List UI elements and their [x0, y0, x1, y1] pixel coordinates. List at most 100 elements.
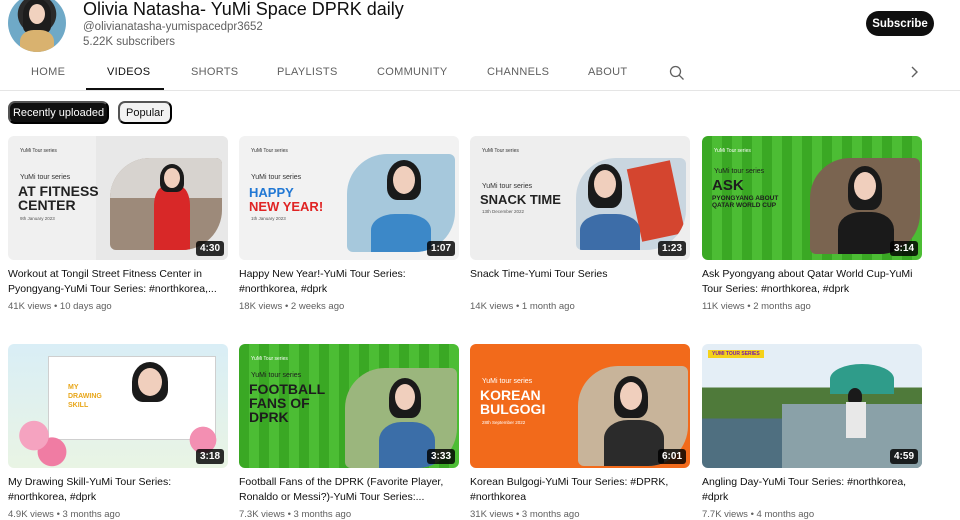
video-card[interactable]: YuMi Tour series YuMi tour series SNACK … — [470, 136, 691, 312]
video-card[interactable]: YuMi Tour series YuMi tour series AT FIT… — [8, 136, 229, 312]
thumb-series: YuMi tour series — [714, 168, 765, 175]
upload-age: 3 months ago — [62, 509, 121, 520]
video-meta: 4.9K views • 3 months ago — [8, 509, 121, 520]
channel-handle: @olivianatasha-yumispacedpr3652 — [83, 21, 263, 33]
view-count: 4.9K views — [8, 509, 54, 520]
video-card[interactable]: YUMI TOUR SERIES 4:59 Angling Day-YuMi T… — [702, 344, 923, 520]
video-card[interactable]: MY DRAWING SKILL 3:18 My Drawing Skill-Y… — [8, 344, 229, 520]
tab-videos[interactable]: VIDEOS — [107, 66, 150, 78]
thumb-brand: YuMi Tour series — [20, 148, 57, 154]
thumb-headline-2: NEW YEAR! — [249, 199, 324, 214]
video-duration: 3:33 — [426, 449, 455, 464]
video-meta: 31K views • 3 months ago — [470, 509, 580, 520]
thumb-headline: MY — [68, 384, 79, 391]
channel-title: Olivia Natasha- YuMi Space DPRK daily — [83, 0, 404, 19]
search-icon[interactable] — [669, 65, 685, 81]
video-duration: 6:01 — [657, 449, 686, 464]
thumb-series: YuMi tour series — [20, 174, 71, 181]
upload-age: 2 weeks ago — [290, 301, 345, 312]
upload-age: 1 month ago — [521, 301, 575, 312]
video-title[interactable]: Football Fans of the DPRK (Favorite Play… — [239, 475, 460, 505]
view-count: 41K views — [8, 301, 52, 312]
view-count: 31K views — [470, 509, 514, 520]
thumb-badge: YUMI TOUR SERIES — [708, 350, 764, 358]
tab-about[interactable]: ABOUT — [588, 66, 627, 78]
video-card[interactable]: YuMi Tour series YuMi tour series FOOTBA… — [239, 344, 460, 520]
video-duration: 3:14 — [889, 241, 918, 256]
video-thumbnail[interactable]: YuMi tour series KOREAN BULGOGI 28th Sep… — [470, 344, 690, 468]
video-thumbnail[interactable]: MY DRAWING SKILL 3:18 — [8, 344, 228, 468]
thumb-brand: YuMi Tour series — [482, 148, 519, 154]
video-title[interactable]: Happy New Year!-YuMi Tour Series: #north… — [239, 267, 460, 297]
video-duration: 4:30 — [195, 241, 224, 256]
video-meta: 7.7K views • 4 months ago — [702, 509, 815, 520]
subscriber-count: 5.22K subscribers — [83, 36, 176, 48]
thumb-headline-2: DRAWING — [68, 393, 102, 400]
thumb-date: 1th January 2023 — [251, 216, 286, 221]
video-meta: 7.3K views • 3 months ago — [239, 509, 352, 520]
video-card[interactable]: YuMi Tour series YuMi tour series HAPPY … — [239, 136, 460, 312]
video-thumbnail[interactable]: YuMi Tour series YuMi tour series SNACK … — [470, 136, 690, 260]
tab-community[interactable]: COMMUNITY — [377, 66, 448, 78]
video-title[interactable]: Workout at Tongil Street Fitness Center … — [8, 267, 229, 297]
video-meta: 18K views • 2 weeks ago — [239, 301, 345, 312]
thumb-series: YuMi tour series — [482, 183, 533, 190]
tab-channels[interactable]: CHANNELS — [487, 66, 549, 78]
thumb-headline-3: SKILL — [68, 402, 89, 409]
upload-age: 2 months ago — [753, 301, 811, 312]
thumb-brand: YuMi Tour series — [251, 148, 288, 154]
video-meta: 11K views • 2 months ago — [702, 301, 811, 312]
thumb-series: YuMi tour series — [251, 174, 302, 181]
video-card[interactable]: YuMi Tour series YuMi tour series ASK PY… — [702, 136, 923, 312]
chevron-right-icon[interactable] — [907, 65, 921, 79]
video-thumbnail[interactable]: YuMi Tour series YuMi tour series AT FIT… — [8, 136, 228, 260]
subscribe-button[interactable]: Subscribe — [866, 11, 934, 36]
video-duration: 1:23 — [657, 241, 686, 256]
thumb-headline: HAPPY — [249, 185, 294, 200]
thumb-series: YuMi tour series — [482, 378, 533, 385]
upload-age: 4 months ago — [756, 509, 815, 520]
video-duration: 4:59 — [889, 449, 918, 464]
upload-age: 3 months ago — [293, 509, 352, 520]
upload-age: 3 months ago — [521, 509, 580, 520]
video-meta: 41K views • 10 days ago — [8, 301, 112, 312]
active-tab-indicator — [86, 88, 164, 90]
video-thumbnail[interactable]: YuMi Tour series YuMi tour series FOOTBA… — [239, 344, 459, 468]
channel-tabs: HOME VIDEOS SHORTS PLAYLISTS COMMUNITY C… — [0, 56, 960, 91]
video-title[interactable]: My Drawing Skill-YuMi Tour Series: #nort… — [8, 475, 229, 505]
tab-home[interactable]: HOME — [31, 66, 65, 78]
channel-avatar[interactable] — [8, 0, 66, 52]
video-thumbnail[interactable]: YUMI TOUR SERIES 4:59 — [702, 344, 922, 468]
video-title[interactable]: Snack Time-Yumi Tour Series — [470, 267, 691, 297]
video-title[interactable]: Korean Bulgogi-YuMi Tour Series: #DPRK, … — [470, 475, 691, 505]
view-count: 7.3K views — [239, 509, 285, 520]
upload-age: 10 days ago — [59, 301, 112, 312]
video-thumbnail[interactable]: YuMi Tour series YuMi tour series HAPPY … — [239, 136, 459, 260]
thumb-date: 13th December 2022 — [482, 209, 525, 214]
thumb-series: YuMi tour series — [251, 372, 302, 379]
channel-header: Olivia Natasha- YuMi Space DPRK daily @o… — [0, 0, 960, 56]
chip-recently-uploaded[interactable]: Recently uploaded — [8, 101, 109, 124]
thumb-headline: KOREAN BULGOGI — [480, 387, 546, 417]
view-count: 18K views — [239, 301, 283, 312]
chip-popular[interactable]: Popular — [118, 101, 172, 124]
video-meta: 14K views • 1 month ago — [470, 301, 575, 312]
view-count: 7.7K views — [702, 509, 748, 520]
video-duration: 1:07 — [426, 241, 455, 256]
tab-playlists[interactable]: PLAYLISTS — [277, 66, 338, 78]
video-thumbnail[interactable]: YuMi Tour series YuMi tour series ASK PY… — [702, 136, 922, 260]
thumb-subheadline: PYONGYANG ABOUT QATAR WORLD CUP — [712, 195, 779, 209]
thumb-headline: AT FITNESS CENTER — [18, 183, 99, 213]
video-title[interactable]: Angling Day-YuMi Tour Series: #northkore… — [702, 475, 923, 505]
thumb-brand: YuMi Tour series — [251, 356, 288, 362]
thumb-headline: FOOTBALL FANS OF DPRK — [249, 381, 326, 425]
video-card[interactable]: YuMi tour series KOREAN BULGOGI 28th Sep… — [470, 344, 691, 520]
video-title[interactable]: Ask Pyongyang about Qatar World Cup-YuMi… — [702, 267, 923, 297]
thumb-date: 28th September 2022 — [482, 420, 526, 425]
thumb-headline: ASK — [712, 177, 744, 194]
tab-shorts[interactable]: SHORTS — [191, 66, 238, 78]
thumb-headline: SNACK TIME — [480, 192, 561, 207]
view-count: 11K views — [702, 301, 745, 312]
video-duration: 3:18 — [195, 449, 224, 464]
thumb-date: 9th January 2023 — [20, 216, 55, 221]
